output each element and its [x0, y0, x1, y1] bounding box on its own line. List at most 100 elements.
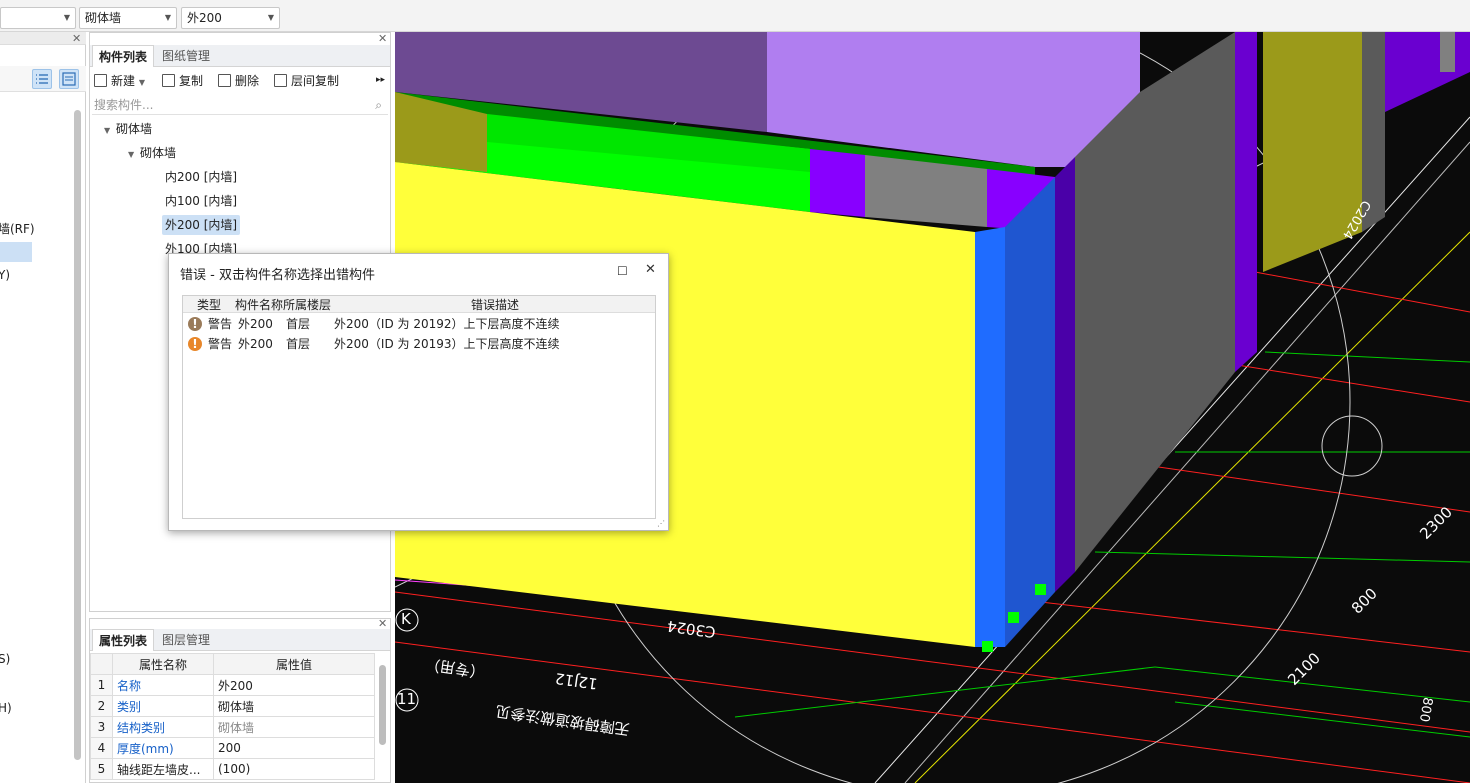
- property-value[interactable]: 外200: [213, 674, 375, 696]
- scrollbar[interactable]: [74, 110, 81, 760]
- component-tabs: 构件列表 图纸管理: [90, 45, 390, 67]
- property-value[interactable]: 砌体墙: [213, 695, 375, 717]
- wall-blue-face: [975, 227, 1005, 647]
- row-number: 3: [90, 716, 113, 738]
- component-combo-value: 外200: [187, 11, 222, 25]
- delete-button-label: 删除: [235, 74, 260, 88]
- floor-combo[interactable]: ▼: [0, 7, 76, 29]
- grip-point: [982, 641, 993, 652]
- tree-item-selected[interactable]: 外200 [内墙]: [162, 215, 241, 235]
- wall-gray-strip: [1440, 32, 1455, 72]
- row-number: 4: [90, 737, 113, 759]
- nav-item[interactable]: 墙(RF): [0, 220, 35, 237]
- num-header: [90, 653, 113, 675]
- floor-copy-button-label: 层间复制: [291, 74, 340, 88]
- error-type: 警告: [208, 337, 233, 351]
- error-floor: 首层: [286, 317, 311, 331]
- table-row[interactable]: 1 名称 外200: [90, 674, 375, 696]
- wall-violet-3: [1235, 32, 1257, 372]
- property-name: 类别: [112, 695, 214, 717]
- chevron-down-icon: ▼: [138, 78, 145, 87]
- maximize-icon[interactable]: ☐: [617, 264, 628, 278]
- view-mode-toolbar: [0, 66, 86, 92]
- table-row[interactable]: 2 类别 砌体墙: [90, 695, 375, 717]
- col-type: 类型: [197, 298, 222, 312]
- row-number: 2: [90, 695, 113, 717]
- property-value[interactable]: 砌体墙: [213, 716, 375, 738]
- property-table: 属性名称 属性值 1 名称 外200 2 类别 砌体墙 3 结构类别 砌体墙 4…: [90, 653, 375, 780]
- col-desc: 错误描述: [471, 298, 520, 312]
- resize-grip-icon[interactable]: ⋰: [657, 519, 665, 528]
- wall-violet-side: [1055, 157, 1075, 592]
- property-value[interactable]: (100): [213, 758, 375, 780]
- category-combo-value: 砌体墙: [85, 11, 122, 25]
- new-file-icon: [94, 74, 107, 87]
- close-icon[interactable]: ✕: [72, 32, 81, 45]
- error-row[interactable]: ! 警告 外200 首层 外200（ID 为 20192）上下层高度不连续: [183, 314, 655, 334]
- nav-item-selected[interactable]: [0, 242, 32, 262]
- top-toolbar: ▼ 砌体墙 ▼ 外200 ▼: [0, 0, 1470, 32]
- chevron-down-icon: ▼: [267, 13, 274, 22]
- dialog-title: 错误 - 双击构件名称选择出错构件: [180, 268, 375, 283]
- chevron-down-icon: ▼: [128, 150, 135, 159]
- chevron-down-icon: ▼: [164, 13, 171, 22]
- new-button[interactable]: 新建 ▼: [94, 72, 145, 89]
- property-name: 轴线距左墙皮...: [112, 758, 214, 780]
- floor-copy-button[interactable]: 层间复制: [274, 72, 339, 89]
- grip-point: [1035, 584, 1046, 595]
- chevron-down-icon: ▼: [104, 126, 111, 135]
- property-value-header: 属性值: [213, 653, 375, 675]
- nav-item[interactable]: H): [0, 701, 12, 715]
- trash-icon: [218, 74, 231, 87]
- tree-root[interactable]: ▼ 砌体墙: [104, 119, 152, 139]
- scrollbar[interactable]: [379, 665, 386, 745]
- row-number: 5: [90, 758, 113, 780]
- nav-item[interactable]: Y): [0, 268, 10, 282]
- axis-label-k: K: [401, 610, 411, 628]
- more-icon[interactable]: ▸▸: [376, 75, 385, 85]
- property-header-row: 属性名称 属性值: [90, 653, 375, 675]
- property-name: 厚度(mm): [112, 737, 214, 759]
- table-row[interactable]: 3 结构类别 砌体墙: [90, 716, 375, 738]
- tree-item[interactable]: 内200 [内墙]: [165, 167, 237, 187]
- category-combo[interactable]: 砌体墙 ▼: [79, 7, 177, 29]
- tab-component-list[interactable]: 构件列表: [92, 45, 155, 67]
- list-view-icon[interactable]: [32, 69, 52, 89]
- property-name: 名称: [112, 674, 214, 696]
- property-panel: ✕ 属性列表 图层管理 属性名称 属性值 1 名称 外200 2 类别 砌体墙 …: [89, 617, 391, 783]
- search-icon: ⌕: [375, 98, 382, 112]
- error-list-header: 类型 构件名称 所属楼层 错误描述: [183, 296, 655, 313]
- axis-label-11: 11: [397, 690, 417, 708]
- property-value[interactable]: 200: [213, 737, 375, 759]
- component-combo[interactable]: 外200 ▼: [181, 7, 280, 29]
- search-input[interactable]: 搜索构件... ⌕: [92, 95, 388, 115]
- axis-circle: [1321, 415, 1383, 477]
- component-toolbar: 新建 ▼ 复制 删除 层间复制 ▸▸: [90, 69, 390, 93]
- copy-button[interactable]: 复制: [162, 72, 203, 89]
- tab-drawing-management[interactable]: 图纸管理: [156, 45, 216, 67]
- warning-icon: !: [188, 337, 202, 351]
- error-row[interactable]: ! 警告 外200 首层 外200（ID 为 20193）上下层高度不连续: [183, 334, 655, 354]
- tree-item[interactable]: 内100 [内墙]: [165, 191, 237, 211]
- copy-icon: [162, 74, 175, 87]
- nav-item[interactable]: S): [0, 652, 10, 666]
- wall-violet: [810, 149, 865, 217]
- error-description: 外200（ID 为 20193）上下层高度不连续: [334, 337, 560, 351]
- warning-icon: !: [188, 317, 202, 331]
- tab-property-list[interactable]: 属性列表: [92, 629, 155, 651]
- tab-layer-management[interactable]: 图层管理: [156, 629, 216, 651]
- table-row[interactable]: 4 厚度(mm) 200: [90, 737, 375, 759]
- error-description: 外200（ID 为 20192）上下层高度不连续: [334, 317, 560, 331]
- delete-button[interactable]: 删除: [218, 72, 259, 89]
- copy-button-label: 复制: [179, 74, 204, 88]
- chevron-down-icon: ▼: [63, 13, 70, 22]
- error-dialog: 错误 - 双击构件名称选择出错构件 ☐ ✕ 类型 构件名称 所属楼层 错误描述 …: [168, 253, 669, 531]
- tree-group[interactable]: ▼ 砌体墙: [128, 143, 176, 163]
- wall-blue-side: [1005, 177, 1055, 647]
- navigation-panel: ✕ 墙(RF) Y) S) H): [0, 32, 86, 783]
- detail-view-icon[interactable]: [59, 69, 79, 89]
- table-row[interactable]: 5 轴线距左墙皮... (100): [90, 758, 375, 780]
- close-icon[interactable]: ✕: [378, 32, 387, 45]
- floor-copy-icon: [274, 74, 287, 87]
- close-icon[interactable]: ✕: [645, 262, 656, 277]
